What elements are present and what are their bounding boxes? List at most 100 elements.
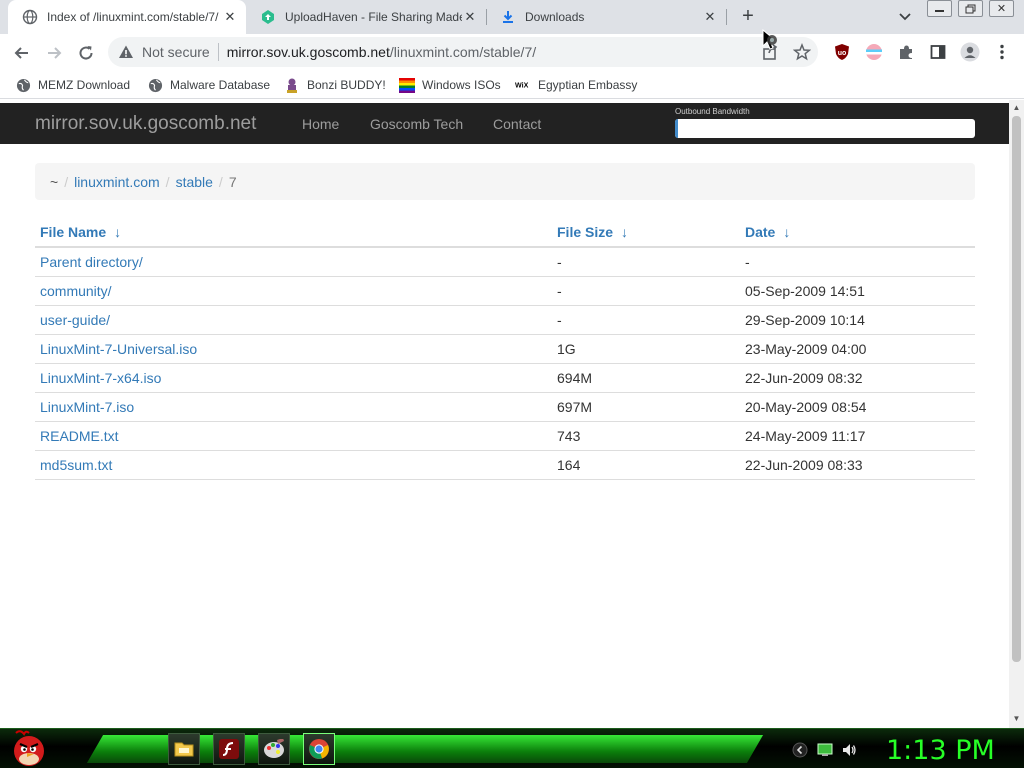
reload-button[interactable] <box>75 42 97 64</box>
ublock-origin-icon[interactable]: uo <box>832 42 852 62</box>
site-navbar: mirror.sov.uk.goscomb.net Home Goscomb T… <box>0 103 1009 144</box>
column-header-file-size[interactable]: File Size ↓ <box>552 218 740 248</box>
table-row: user-guide/ - 29-Sep-2009 10:14 <box>35 305 975 335</box>
profile-avatar-icon[interactable] <box>960 42 980 62</box>
volume-icon[interactable] <box>841 742 857 758</box>
sort-arrow-icon: ↓ <box>621 224 629 240</box>
scroll-up-arrow-icon[interactable]: ▲ <box>1012 103 1021 112</box>
address-bar[interactable]: Not secure mirror.sov.uk.goscomb.net/lin… <box>108 37 818 67</box>
tray-chevron-icon[interactable] <box>792 742 808 758</box>
bookmark-windows-isos[interactable]: Windows ISOs <box>399 76 501 94</box>
minimize-button[interactable] <box>927 0 952 17</box>
site-brand[interactable]: mirror.sov.uk.goscomb.net <box>35 113 256 135</box>
column-header-file-name[interactable]: File Name ↓ <box>35 218 552 248</box>
extensions-puzzle-icon[interactable] <box>896 42 916 62</box>
bookmark-egyptian-embassy[interactable]: WiX Egyptian Embassy <box>515 76 637 94</box>
browser-toolbar: Not secure mirror.sov.uk.goscomb.net/lin… <box>0 34 1024 71</box>
file-link[interactable]: user-guide/ <box>40 312 110 328</box>
nav-link-contact[interactable]: Contact <box>493 116 541 132</box>
taskbar-clock[interactable]: 1:13 PM <box>886 735 995 766</box>
breadcrumb-link-linuxmint[interactable]: linuxmint.com <box>74 174 160 190</box>
bookmark-label: Egyptian Embassy <box>538 78 638 92</box>
pride-extension-icon[interactable] <box>864 42 884 62</box>
omnibox-divider <box>217 43 219 61</box>
breadcrumb-link-stable[interactable]: stable <box>176 174 213 190</box>
globe-icon <box>22 9 38 25</box>
svg-text:uo: uo <box>838 50 847 57</box>
scrollbar-thumb[interactable] <box>1012 116 1021 662</box>
windows-flag-icon <box>399 77 415 93</box>
file-link[interactable]: Parent directory/ <box>40 254 143 270</box>
new-tab-button[interactable]: + <box>737 6 759 28</box>
globe-icon <box>15 77 31 93</box>
page-scrollbar[interactable]: ▲ ▼ <box>1009 100 1024 728</box>
globe-icon <box>147 77 163 93</box>
tab-title: Downloads <box>525 10 585 24</box>
taskbar-paint[interactable] <box>258 733 290 765</box>
security-label[interactable]: Not secure <box>142 44 210 60</box>
uploadhaven-icon <box>260 9 276 25</box>
tab-search-chevron-icon[interactable] <box>896 9 914 25</box>
start-button-angry-bird-icon[interactable] <box>10 729 48 768</box>
file-name-cell: Parent directory/ <box>35 247 552 277</box>
table-row: community/ - 05-Sep-2009 14:51 <box>35 276 975 306</box>
bookmark-memz-download[interactable]: MEMZ Download <box>15 76 130 94</box>
sort-by-name-link[interactable]: File Name ↓ <box>40 224 121 240</box>
tab-close-icon[interactable]: ✕ <box>702 9 718 25</box>
side-panel-icon[interactable] <box>928 42 948 62</box>
file-link[interactable]: community/ <box>40 283 112 299</box>
breadcrumb-home[interactable]: ~ <box>50 174 58 190</box>
sort-by-date-link[interactable]: Date ↓ <box>745 224 790 240</box>
url-text[interactable]: mirror.sov.uk.goscomb.net/linuxmint.com/… <box>227 44 536 60</box>
column-header-date[interactable]: Date ↓ <box>740 218 975 248</box>
network-monitor-icon[interactable] <box>817 742 833 758</box>
forward-arrow-icon <box>48 47 62 59</box>
back-button[interactable] <box>11 42 33 64</box>
tab-separator <box>726 9 727 25</box>
bookmark-star-icon[interactable] <box>792 42 812 62</box>
restore-button[interactable] <box>958 0 983 17</box>
tab-index-linuxmint[interactable]: Index of /linuxmint.com/stable/7/ ✕ <box>8 0 246 34</box>
table-row: md5sum.txt 164 22-Jun-2009 08:33 <box>35 450 975 480</box>
page-viewport: mirror.sov.uk.goscomb.net Home Goscomb T… <box>0 100 1009 728</box>
file-name-cell: LinuxMint-7-Universal.iso <box>35 334 552 364</box>
file-link[interactable]: LinuxMint-7-x64.iso <box>40 370 161 386</box>
file-date-cell: 23-May-2009 04:00 <box>740 334 975 364</box>
file-name-cell: LinuxMint-7.iso <box>35 392 552 422</box>
taskbar-flash[interactable] <box>213 733 245 765</box>
mouse-cursor-icon <box>761 28 787 54</box>
nav-link-goscomb-tech[interactable]: Goscomb Tech <box>370 116 463 132</box>
table-row: LinuxMint-7-x64.iso 694M 22-Jun-2009 08:… <box>35 363 975 393</box>
warning-triangle-icon[interactable] <box>118 44 134 60</box>
close-window-button[interactable]: ✕ <box>989 0 1014 17</box>
tab-close-icon[interactable]: ✕ <box>462 9 478 25</box>
tab-close-icon[interactable]: ✕ <box>222 9 238 25</box>
breadcrumb: ~ / linuxmint.com / stable / 7 <box>35 163 975 200</box>
bookmark-bonzi-buddy[interactable]: Bonzi BUDDY! <box>284 76 386 94</box>
file-date-cell: 29-Sep-2009 10:14 <box>740 305 975 335</box>
file-link[interactable]: README.txt <box>40 428 119 444</box>
taskbar-chrome[interactable] <box>303 733 335 765</box>
paint-icon <box>264 739 284 758</box>
file-link[interactable]: LinuxMint-7-Universal.iso <box>40 341 197 357</box>
tab-title: UploadHaven - File Sharing Made Simple <box>285 10 462 24</box>
forward-button[interactable] <box>43 42 65 64</box>
file-link[interactable]: md5sum.txt <box>40 457 112 473</box>
bookmark-label: Windows ISOs <box>422 78 501 92</box>
table-row: LinuxMint-7.iso 697M 20-May-2009 08:54 <box>35 392 975 422</box>
nav-link-home[interactable]: Home <box>302 116 339 132</box>
tab-uploadhaven[interactable]: UploadHaven - File Sharing Made Simple ✕ <box>246 0 486 34</box>
tab-downloads[interactable]: Downloads ✕ <box>486 0 726 34</box>
menu-kebab-icon[interactable] <box>992 42 1012 62</box>
file-link[interactable]: LinuxMint-7.iso <box>40 399 134 415</box>
file-size-cell: - <box>552 247 740 277</box>
sort-by-size-link[interactable]: File Size ↓ <box>557 224 628 240</box>
bookmark-malware-database[interactable]: Malware Database <box>147 76 270 94</box>
scroll-down-arrow-icon[interactable]: ▼ <box>1012 714 1021 723</box>
file-date-cell: 24-May-2009 11:17 <box>740 421 975 451</box>
bandwidth-label: Outbound Bandwidth <box>675 107 750 116</box>
table-header-row: File Name ↓ File Size ↓ Date ↓ <box>35 218 975 248</box>
file-date-cell: 22-Jun-2009 08:33 <box>740 450 975 480</box>
breadcrumb-current: 7 <box>228 173 237 190</box>
taskbar-file-explorer[interactable] <box>168 733 200 765</box>
